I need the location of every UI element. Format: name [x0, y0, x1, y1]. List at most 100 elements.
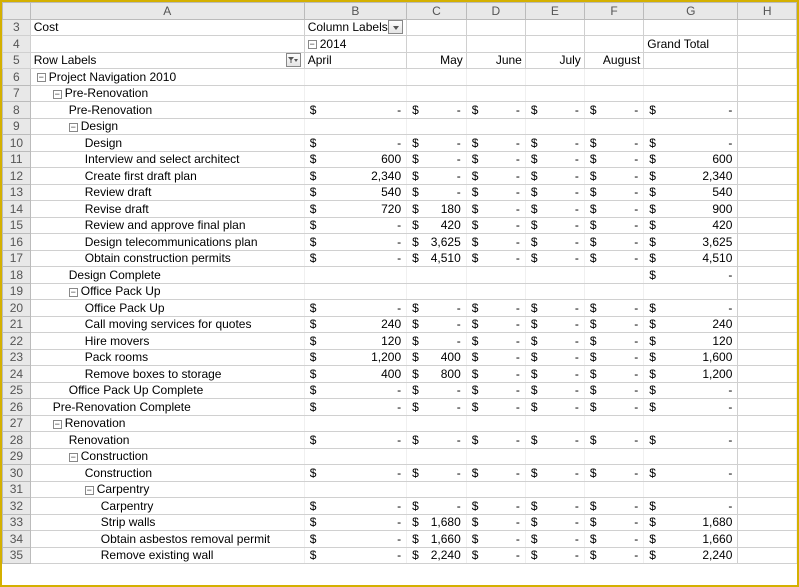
- value-cell[interactable]: $-: [466, 349, 525, 366]
- row-header-26[interactable]: 26: [3, 399, 31, 416]
- value-cell[interactable]: $-: [584, 201, 643, 218]
- value-cell[interactable]: [525, 69, 584, 86]
- value-cell[interactable]: [304, 267, 406, 284]
- value-cell[interactable]: $-: [304, 498, 406, 515]
- value-cell[interactable]: $-: [525, 547, 584, 564]
- col-header-G[interactable]: G: [644, 3, 738, 20]
- value-cell[interactable]: $-: [407, 300, 467, 317]
- row-label[interactable]: Design telecommunications plan: [30, 234, 304, 251]
- expand-icon[interactable]: −: [69, 453, 78, 462]
- expand-icon[interactable]: −: [69, 288, 78, 297]
- value-cell[interactable]: $-: [466, 399, 525, 416]
- col-header-A[interactable]: A: [30, 3, 304, 20]
- value-cell[interactable]: $1,680: [644, 514, 738, 531]
- row-label[interactable]: −Design: [30, 118, 304, 135]
- value-cell[interactable]: $-: [304, 547, 406, 564]
- row-header-16[interactable]: 16: [3, 234, 31, 251]
- value-cell[interactable]: $-: [407, 184, 467, 201]
- row-header-6[interactable]: 6: [3, 69, 31, 86]
- value-cell[interactable]: [644, 415, 738, 432]
- value-cell[interactable]: [644, 118, 738, 135]
- col-header-F[interactable]: F: [584, 3, 643, 20]
- value-cell[interactable]: [304, 415, 406, 432]
- value-cell[interactable]: [466, 118, 525, 135]
- value-cell[interactable]: $-: [584, 135, 643, 152]
- value-cell[interactable]: $2,240: [407, 547, 467, 564]
- value-cell[interactable]: [525, 118, 584, 135]
- value-cell[interactable]: $-: [525, 168, 584, 185]
- value-cell[interactable]: [525, 85, 584, 102]
- row-label[interactable]: −Pre-Renovation: [30, 85, 304, 102]
- value-cell[interactable]: $-: [525, 102, 584, 119]
- value-cell[interactable]: $-: [466, 333, 525, 350]
- expand-year-icon[interactable]: −: [308, 40, 317, 49]
- row-header-25[interactable]: 25: [3, 382, 31, 399]
- value-cell[interactable]: $-: [466, 217, 525, 234]
- value-cell[interactable]: [584, 415, 643, 432]
- row-label[interactable]: Office Pack Up: [30, 300, 304, 317]
- row-label[interactable]: Revise draft: [30, 201, 304, 218]
- value-cell[interactable]: $-: [584, 250, 643, 267]
- value-cell[interactable]: [466, 481, 525, 498]
- value-cell[interactable]: $-: [407, 382, 467, 399]
- value-cell[interactable]: $-: [304, 531, 406, 548]
- value-cell[interactable]: $-: [466, 234, 525, 251]
- value-cell[interactable]: $2,340: [304, 168, 406, 185]
- expand-icon[interactable]: −: [53, 420, 62, 429]
- value-cell[interactable]: $3,625: [407, 234, 467, 251]
- row-label[interactable]: Design: [30, 135, 304, 152]
- value-cell[interactable]: $-: [407, 498, 467, 515]
- value-cell[interactable]: $-: [304, 432, 406, 449]
- row-label[interactable]: −Carpentry: [30, 481, 304, 498]
- value-cell[interactable]: $-: [466, 382, 525, 399]
- row-label[interactable]: Interview and select architect: [30, 151, 304, 168]
- row-header-23[interactable]: 23: [3, 349, 31, 366]
- value-cell[interactable]: $-: [466, 135, 525, 152]
- value-cell[interactable]: [644, 69, 738, 86]
- row-header-13[interactable]: 13: [3, 184, 31, 201]
- value-cell[interactable]: $-: [525, 201, 584, 218]
- value-cell[interactable]: [407, 118, 467, 135]
- row-header-30[interactable]: 30: [3, 465, 31, 482]
- value-cell[interactable]: $1,600: [644, 349, 738, 366]
- row-header-27[interactable]: 27: [3, 415, 31, 432]
- value-cell[interactable]: $400: [407, 349, 467, 366]
- value-cell[interactable]: $-: [466, 531, 525, 548]
- row-label[interactable]: Construction: [30, 465, 304, 482]
- row-header-7[interactable]: 7: [3, 85, 31, 102]
- col-header-C[interactable]: C: [407, 3, 467, 20]
- value-cell[interactable]: $1,200: [304, 349, 406, 366]
- value-cell[interactable]: [466, 267, 525, 284]
- row-header-14[interactable]: 14: [3, 201, 31, 218]
- value-cell[interactable]: $-: [584, 465, 643, 482]
- value-cell[interactable]: [304, 118, 406, 135]
- value-cell[interactable]: $-: [466, 316, 525, 333]
- row-label[interactable]: Create first draft plan: [30, 168, 304, 185]
- value-cell[interactable]: $1,660: [644, 531, 738, 548]
- month-july[interactable]: July: [525, 52, 584, 69]
- row-label[interactable]: −Renovation: [30, 415, 304, 432]
- value-cell[interactable]: $-: [407, 465, 467, 482]
- row-label[interactable]: −Office Pack Up: [30, 283, 304, 300]
- value-cell[interactable]: $-: [525, 151, 584, 168]
- row-header-15[interactable]: 15: [3, 217, 31, 234]
- value-cell[interactable]: $2,340: [644, 168, 738, 185]
- value-cell[interactable]: $-: [304, 300, 406, 317]
- row-header-19[interactable]: 19: [3, 283, 31, 300]
- row-label[interactable]: Design Complete: [30, 267, 304, 284]
- value-cell[interactable]: $-: [304, 250, 406, 267]
- corner-cell[interactable]: [3, 3, 31, 20]
- value-cell[interactable]: [584, 283, 643, 300]
- value-cell[interactable]: $-: [525, 300, 584, 317]
- value-cell[interactable]: $-: [304, 102, 406, 119]
- value-cell[interactable]: [584, 85, 643, 102]
- month-august[interactable]: August: [584, 52, 643, 69]
- value-cell[interactable]: $-: [304, 514, 406, 531]
- value-cell[interactable]: $420: [644, 217, 738, 234]
- value-cell[interactable]: $-: [525, 217, 584, 234]
- value-cell[interactable]: $-: [407, 333, 467, 350]
- row-header-31[interactable]: 31: [3, 481, 31, 498]
- value-cell[interactable]: $-: [466, 547, 525, 564]
- row-header-24[interactable]: 24: [3, 366, 31, 383]
- value-cell[interactable]: $540: [644, 184, 738, 201]
